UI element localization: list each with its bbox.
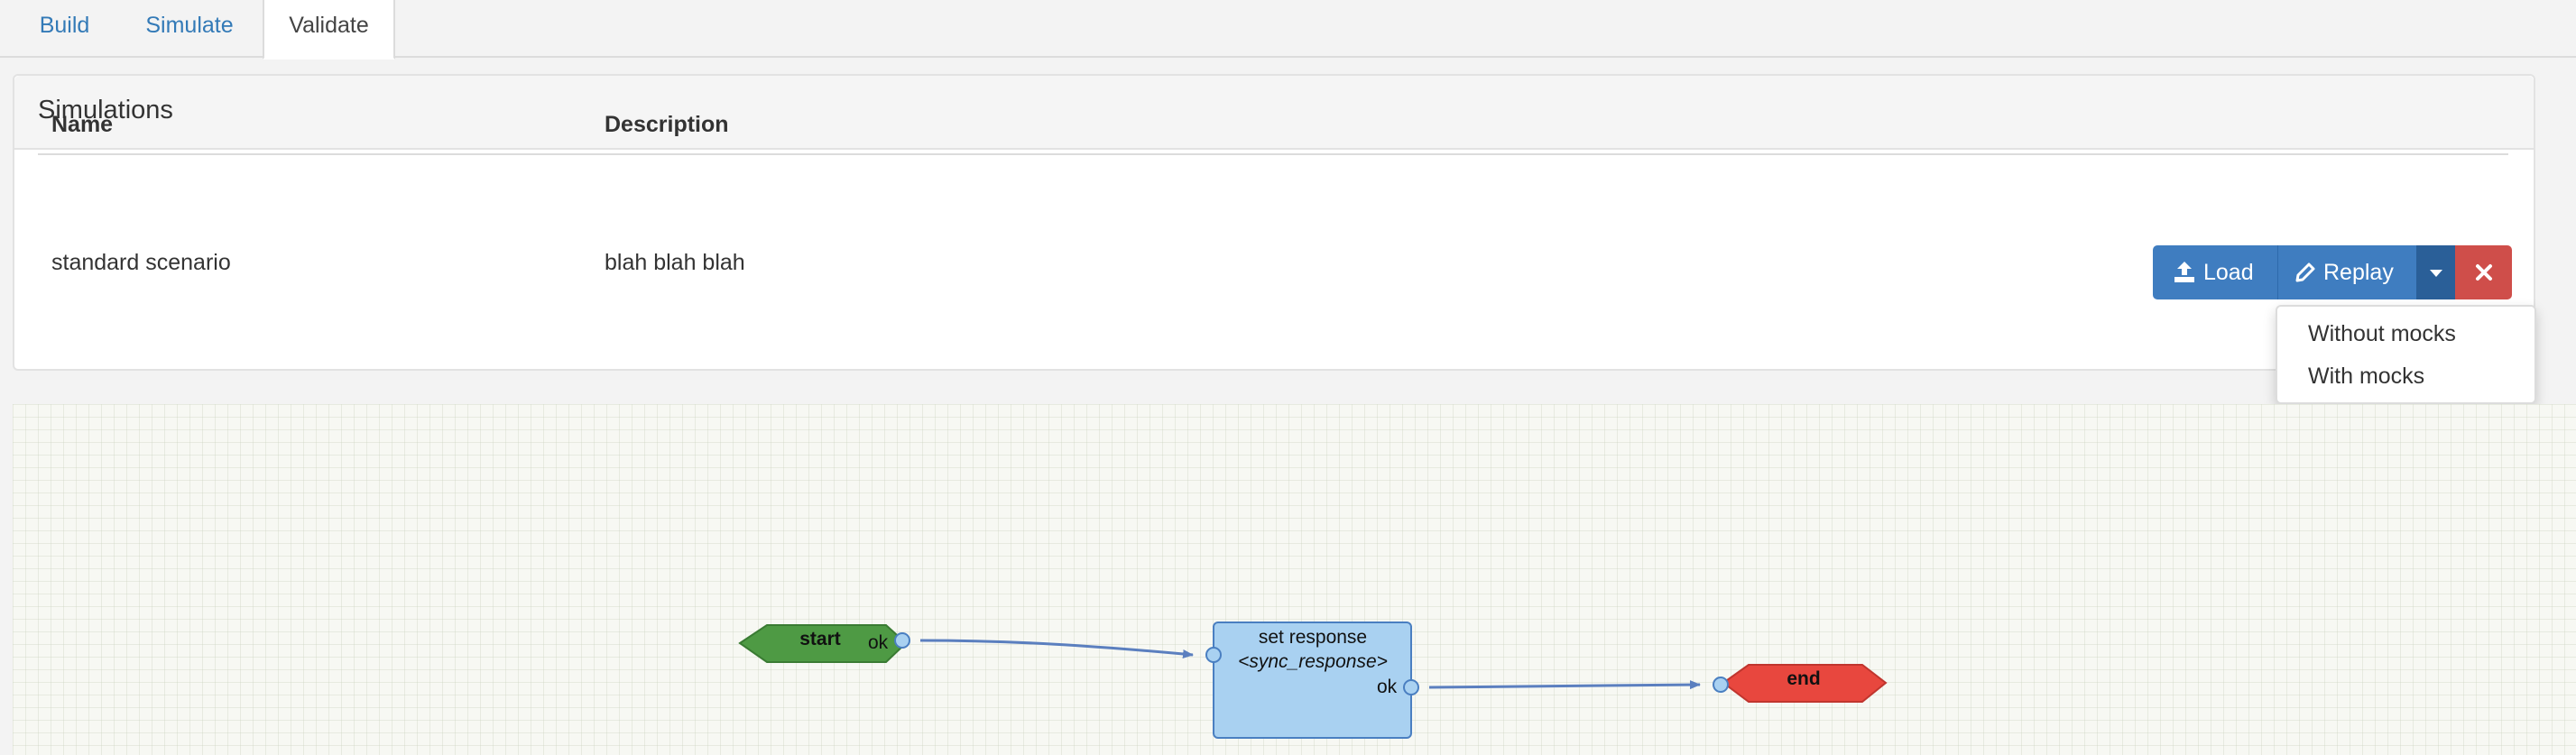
replay-label: Replay — [2323, 260, 2394, 285]
tab-bar: Build Simulate Validate — [0, 0, 2576, 60]
flow-diagram: start ok set response <sync_response> ok… — [738, 621, 1888, 739]
end-node-label: end — [1787, 668, 1820, 689]
column-header-name: Name — [51, 112, 114, 137]
replay-dropdown-menu: Without mocks With mocks — [2276, 305, 2536, 404]
simulation-description: blah blah blah — [605, 250, 745, 275]
set-response-input-port[interactable] — [1205, 647, 1222, 663]
pencil-icon — [2295, 262, 2315, 282]
tab-validate[interactable]: Validate — [263, 0, 395, 60]
caret-down-icon — [2430, 270, 2442, 277]
set-response-output-port[interactable] — [1403, 679, 1419, 695]
connection-start-to-set-response — [919, 639, 1194, 658]
set-response-node[interactable]: set response <sync_response> ok — [1205, 621, 1419, 739]
start-node[interactable]: start ok — [738, 624, 910, 663]
load-label: Load — [2203, 260, 2254, 285]
start-output-port[interactable] — [894, 632, 910, 649]
column-header-description: Description — [605, 112, 729, 137]
load-button[interactable]: Load — [2153, 245, 2277, 299]
connection-set-response-to-end — [1428, 680, 1701, 690]
set-response-title: set response — [1259, 627, 1367, 648]
panel-heading: Simulations — [14, 76, 2534, 150]
simulation-name: standard scenario — [51, 250, 231, 275]
simulations-panel: Simulations — [13, 74, 2535, 371]
tab-build[interactable]: Build — [13, 0, 116, 58]
upload-icon — [2174, 262, 2194, 282]
menu-item-with-mocks[interactable]: With mocks — [2308, 364, 2424, 390]
header-divider — [38, 153, 2508, 155]
replay-options-toggle[interactable] — [2416, 245, 2455, 299]
set-response-subtitle: <sync_response> — [1238, 651, 1388, 672]
start-node-label: start — [799, 629, 841, 649]
set-response-port-label: ok — [1377, 677, 1398, 697]
close-icon — [2476, 264, 2492, 281]
tab-simulate[interactable]: Simulate — [123, 0, 256, 58]
replay-button[interactable]: Replay — [2277, 245, 2416, 299]
flow-canvas[interactable]: start ok set response <sync_response> ok… — [13, 404, 2576, 755]
menu-item-without-mocks[interactable]: Without mocks — [2308, 321, 2456, 347]
start-node-port-label: ok — [868, 632, 889, 653]
end-node[interactable]: end — [1713, 664, 1888, 703]
end-input-port[interactable] — [1713, 677, 1729, 693]
remove-button[interactable] — [2455, 245, 2512, 299]
